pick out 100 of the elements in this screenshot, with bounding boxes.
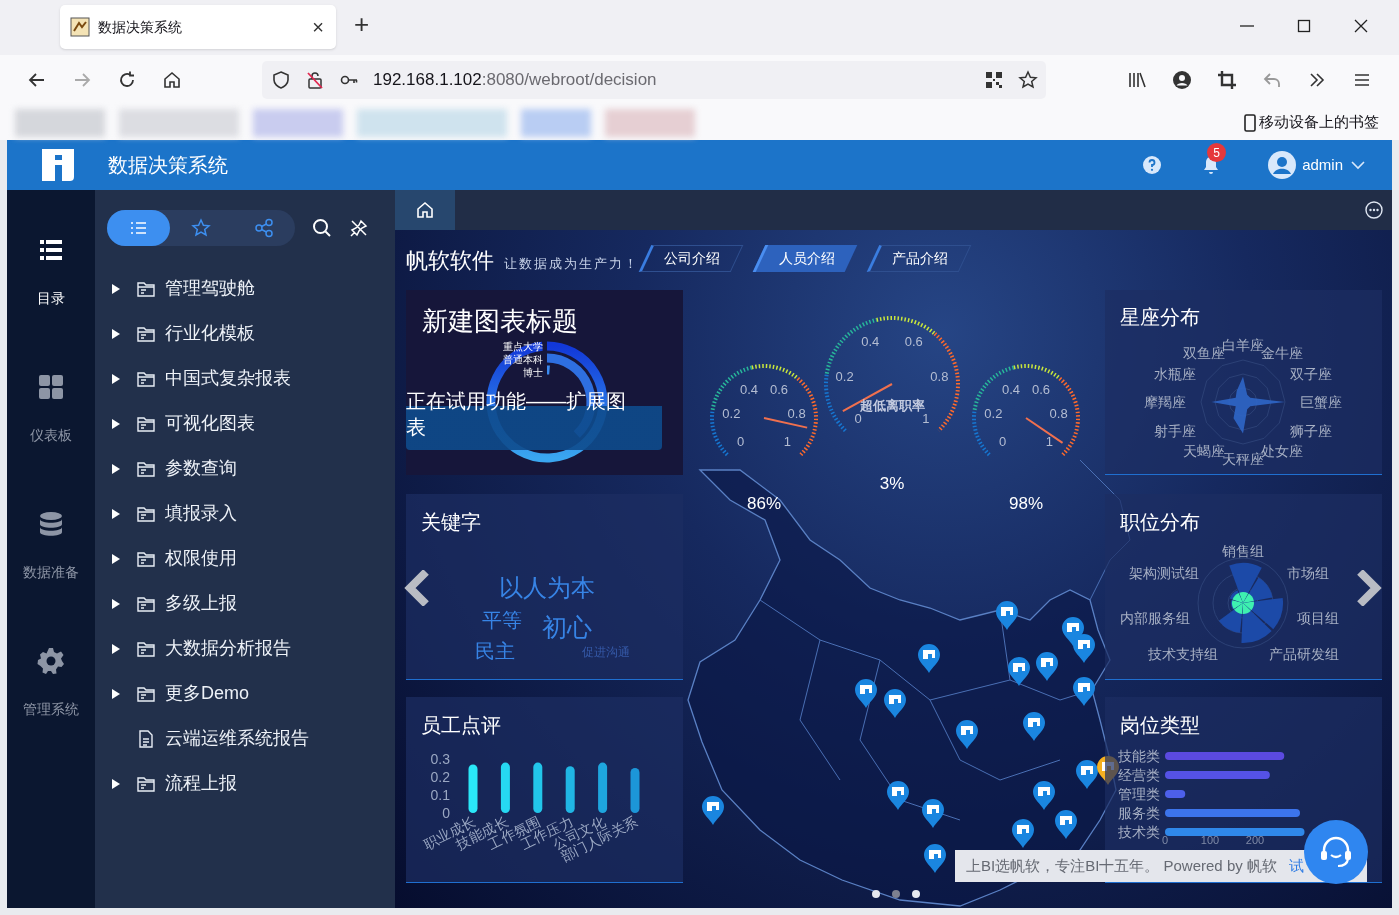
library-icon[interactable] — [1127, 70, 1147, 90]
tab-favicon-icon — [70, 17, 90, 37]
expand-arrow-icon[interactable] — [111, 507, 121, 520]
panel-tab[interactable] — [107, 210, 170, 246]
bookmark-star-icon[interactable] — [1018, 70, 1038, 90]
gauge-tick-label: 0.4 — [1002, 381, 1021, 397]
folder-icon — [137, 775, 155, 792]
axis-tick-label: 0 — [442, 805, 450, 821]
expand-arrow-icon[interactable] — [111, 687, 121, 700]
tree-item[interactable]: 流程上报 — [165, 770, 237, 797]
address-bar[interactable]: 192.168.1.102:8080/webroot/decision — [262, 61, 1046, 99]
browser-tab[interactable]: 数据决策系统 × — [60, 5, 336, 49]
nav-item[interactable]: 仪表板 — [7, 327, 95, 464]
tree-item[interactable]: 中国式复杂报表 — [165, 365, 291, 392]
card-title: 职位分布 — [1120, 510, 1200, 535]
section-tab[interactable]: 产品介绍 — [866, 245, 972, 272]
database-icon — [37, 510, 65, 538]
user-name[interactable]: admin — [1302, 153, 1343, 177]
gauge-value: 98% — [1009, 494, 1043, 513]
chevron-down-icon[interactable] — [1351, 160, 1365, 170]
promo-text: 上BI选帆软，专注BI十五年。 Powered by 帆软 — [966, 855, 1277, 876]
axis-category-label: 管理类 — [1118, 786, 1160, 802]
mobile-device-icon — [1244, 113, 1256, 132]
tab-title: 数据决策系统 — [98, 17, 183, 37]
gauge-tick-label: 0.8 — [1049, 405, 1068, 421]
keyword: 促进沟通 — [582, 644, 630, 661]
radar-label: 巨蟹座 — [1300, 394, 1342, 410]
tree-item[interactable]: 云端运维系统报告 — [165, 725, 309, 752]
tree-item[interactable]: 更多Demo — [165, 680, 249, 707]
reload-icon[interactable] — [117, 70, 137, 90]
expand-arrow-icon[interactable] — [111, 552, 121, 565]
folder-icon — [137, 685, 155, 702]
help-icon[interactable] — [1142, 155, 1163, 175]
tree-item[interactable]: 参数查询 — [165, 455, 237, 482]
folder-icon — [137, 415, 155, 432]
folder-icon — [137, 550, 155, 567]
gauge-tick-label: 0.8 — [787, 405, 806, 421]
gauge-tick-label: 1 — [783, 434, 791, 450]
keyword: 初心 — [542, 612, 592, 644]
gauge-tick-label: 0.2 — [835, 369, 854, 385]
tab-close-button[interactable]: × — [312, 17, 324, 37]
bookmark-folder-link[interactable]: 移动设备上的书签 — [1259, 111, 1379, 134]
radar-label: 水瓶座 — [1154, 365, 1197, 382]
gauge-tick-label: 0.6 — [769, 381, 788, 397]
tree-item[interactable]: 大数据分析报告 — [165, 635, 291, 662]
bar — [598, 762, 608, 813]
home-icon[interactable] — [162, 70, 182, 90]
notification-bell-icon[interactable] — [1202, 155, 1221, 175]
folder-icon — [137, 325, 155, 342]
card-title: 员工点评 — [421, 713, 501, 738]
nav-item[interactable]: 管理系统 — [7, 601, 95, 738]
search-icon[interactable] — [312, 218, 332, 238]
tree-item[interactable]: 填报录入 — [165, 500, 237, 527]
undo-icon[interactable] — [1262, 70, 1282, 90]
expand-arrow-icon[interactable] — [111, 597, 121, 610]
section-tab[interactable]: 公司介绍 — [638, 245, 744, 272]
tree-item[interactable]: 多级上报 — [165, 590, 237, 617]
nav-item[interactable]: 目录 — [7, 190, 95, 327]
gauge-tick-label: 0.8 — [930, 369, 949, 385]
more-options-icon[interactable] — [1365, 201, 1383, 219]
slogan: 让数据成为生产力！ — [504, 255, 639, 273]
shield-icon[interactable] — [271, 70, 291, 90]
bar — [468, 764, 478, 813]
section-tab[interactable]: 人员介绍 — [752, 245, 858, 272]
folder-icon — [137, 505, 155, 522]
expand-arrow-icon[interactable] — [111, 777, 121, 790]
home-tab[interactable] — [395, 190, 455, 230]
account-icon[interactable] — [1172, 70, 1192, 90]
tree-item[interactable]: 行业化模板 — [165, 320, 255, 347]
card-title: 岗位类型 — [1120, 713, 1200, 738]
axis-tick-label: 0 — [1161, 834, 1169, 846]
radar-label: 狮子座 — [1289, 422, 1332, 439]
folder-icon — [137, 460, 155, 477]
tree-item[interactable]: 权限使用 — [165, 545, 237, 572]
radar-label: 摩羯座 — [1144, 394, 1186, 410]
app-title: 数据决策系统 — [108, 153, 228, 178]
expand-arrow-icon[interactable] — [111, 462, 121, 475]
star-icon — [191, 218, 211, 238]
unpin-icon[interactable] — [350, 219, 368, 237]
tree-item[interactable]: 可视化图表 — [165, 410, 255, 437]
url-text: 192.168.1.102:8080/webroot/decision — [373, 69, 658, 92]
expand-arrow-icon[interactable] — [111, 372, 121, 385]
expand-arrow-icon[interactable] — [111, 282, 121, 295]
tree-item[interactable]: 管理驾驶舱 — [165, 275, 255, 302]
expand-arrow-icon[interactable] — [111, 327, 121, 340]
keyword: 以人为本 — [499, 573, 595, 603]
crop-icon[interactable] — [1217, 70, 1237, 90]
expand-arrow-icon[interactable] — [111, 417, 121, 430]
gauge-value: 3% — [879, 474, 905, 493]
rose-label: 技术支持组 — [1148, 646, 1218, 662]
axis-category-label: 技术类 — [1118, 824, 1160, 840]
nav-item[interactable]: 数据准备 — [7, 464, 95, 601]
rose-label: 项目组 — [1297, 610, 1339, 626]
qr-code-icon[interactable] — [984, 70, 1004, 90]
keyword: 平等 — [482, 608, 522, 633]
insecure-lock-icon[interactable] — [305, 70, 325, 90]
gauge-value: 86% — [747, 494, 781, 513]
new-tab-button[interactable]: + — [354, 11, 370, 37]
user-avatar-icon[interactable] — [1268, 151, 1297, 179]
expand-arrow-icon[interactable] — [111, 642, 121, 655]
